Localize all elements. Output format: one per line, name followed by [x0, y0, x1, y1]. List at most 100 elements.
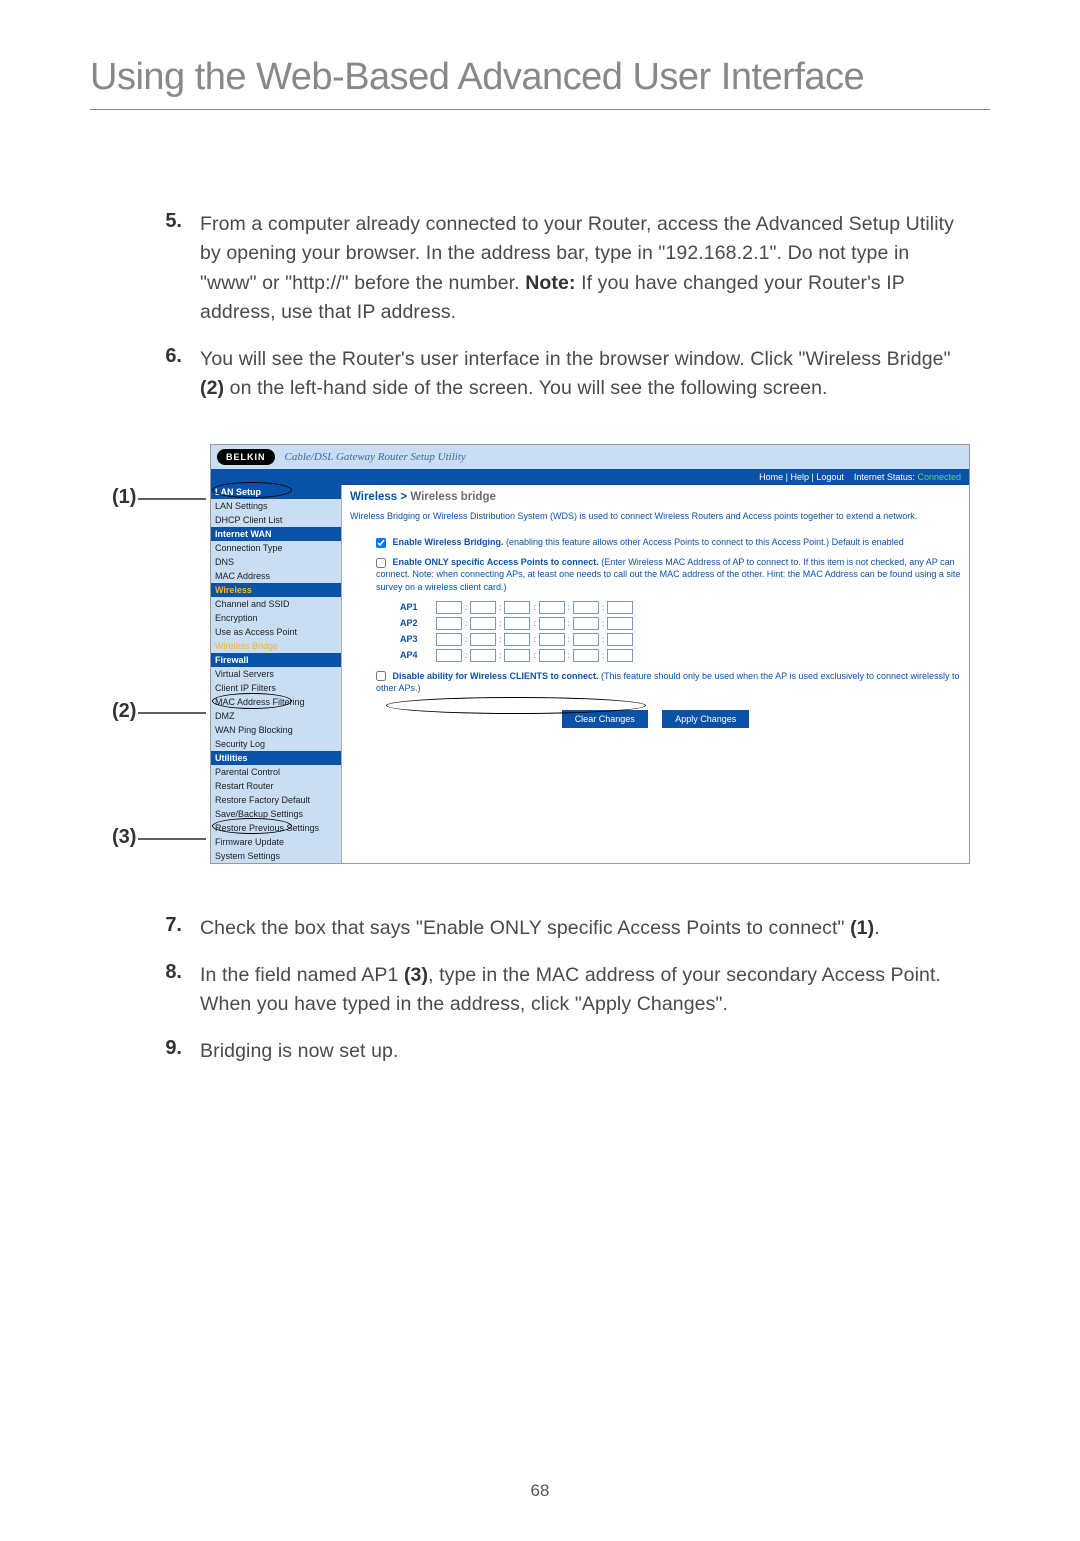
top-links[interactable]: Home | Help | Logout: [759, 472, 844, 482]
mac-octet-input[interactable]: [573, 649, 599, 662]
nav-internet-wan[interactable]: Internet WAN: [211, 527, 341, 541]
nav-restore-factory[interactable]: Restore Factory Default: [211, 793, 341, 807]
enable-specific-ap-option: Enable ONLY specific Access Points to co…: [376, 556, 961, 592]
step: 5.From a computer already connected to y…: [150, 210, 970, 327]
step: 9.Bridging is now set up.: [150, 1037, 970, 1066]
enable-bridging-option: Enable Wireless Bridging. (enabling this…: [376, 536, 961, 548]
step-number: 8.: [150, 961, 200, 1020]
nav-dhcp-client-list[interactable]: DHCP Client List: [211, 513, 341, 527]
steps-list-lower: 7.Check the box that says "Enable ONLY s…: [150, 914, 970, 1067]
nav-restore-previous[interactable]: Restore Previous Settings: [211, 821, 341, 835]
disable-clients-option: Disable ability for Wireless CLIENTS to …: [376, 670, 961, 694]
step: 6.You will see the Router's user interfa…: [150, 345, 970, 404]
mac-octet-input[interactable]: [470, 633, 496, 646]
nav-security-log[interactable]: Security Log: [211, 737, 341, 751]
nav-system-settings[interactable]: System Settings: [211, 849, 341, 863]
router-screenshot: (1) (2) (3) BELKIN Cable/DSL Gateway Rou…: [130, 444, 990, 864]
page-number: 68: [0, 1481, 1080, 1501]
mac-octet-input[interactable]: [573, 601, 599, 614]
mac-octet-input[interactable]: [539, 601, 565, 614]
nav-channel-ssid[interactable]: Channel and SSID: [211, 597, 341, 611]
router-window: BELKIN Cable/DSL Gateway Router Setup Ut…: [210, 444, 970, 864]
mac-octet-input[interactable]: [573, 633, 599, 646]
mac-octet-input[interactable]: [607, 601, 633, 614]
step-text: From a computer already connected to you…: [200, 210, 970, 327]
nav-dmz[interactable]: DMZ: [211, 709, 341, 723]
nav-utilities[interactable]: Utilities: [211, 751, 341, 765]
nav-restart-router[interactable]: Restart Router: [211, 779, 341, 793]
nav-firewall[interactable]: Firewall: [211, 653, 341, 667]
status-value: Connected: [917, 472, 961, 482]
ap-label: AP4: [400, 650, 434, 660]
nav-virtual-servers[interactable]: Virtual Servers: [211, 667, 341, 681]
step: 8.In the field named AP1 (3), type in th…: [150, 961, 970, 1020]
top-bar: Home | Help | Logout Internet Status: Co…: [211, 469, 969, 485]
step-text: Bridging is now set up.: [200, 1037, 970, 1066]
nav-save-backup[interactable]: Save/Backup Settings: [211, 807, 341, 821]
mac-octet-input[interactable]: [504, 617, 530, 630]
main-panel: Wireless > Wireless bridge Wireless Brid…: [341, 485, 969, 863]
status-label: Internet Status:: [854, 472, 915, 482]
mac-octet-input[interactable]: [436, 649, 462, 662]
ap-address-table: AP1:::::AP2:::::AP3:::::AP4:::::: [350, 601, 961, 662]
ap-row: AP1:::::: [400, 601, 961, 614]
enable-bridging-checkbox[interactable]: [376, 538, 386, 548]
mac-octet-input[interactable]: [436, 617, 462, 630]
nav-wireless-bridge[interactable]: Wireless Bridge: [211, 639, 341, 653]
mac-octet-input[interactable]: [470, 649, 496, 662]
nav-lan-settings[interactable]: LAN Settings: [211, 499, 341, 513]
mac-octet-input[interactable]: [470, 617, 496, 630]
mac-octet-input[interactable]: [470, 601, 496, 614]
mac-octet-input[interactable]: [436, 601, 462, 614]
step-number: 6.: [150, 345, 200, 404]
page-title: Using the Web-Based Advanced User Interf…: [90, 56, 990, 110]
step: 7.Check the box that says "Enable ONLY s…: [150, 914, 970, 943]
step-text: Check the box that says "Enable ONLY spe…: [200, 914, 970, 943]
enable-specific-ap-checkbox[interactable]: [376, 558, 386, 568]
step-text: You will see the Router's user interface…: [200, 345, 970, 404]
mac-octet-input[interactable]: [573, 617, 599, 630]
nav-mac-address[interactable]: MAC Address: [211, 569, 341, 583]
nav-use-as-ap[interactable]: Use as Access Point: [211, 625, 341, 639]
mac-octet-input[interactable]: [539, 633, 565, 646]
nav-encryption[interactable]: Encryption: [211, 611, 341, 625]
belkin-logo: BELKIN: [217, 449, 275, 465]
nav-connection-type[interactable]: Connection Type: [211, 541, 341, 555]
nav-parental-control[interactable]: Parental Control: [211, 765, 341, 779]
step-number: 5.: [150, 210, 200, 327]
ap-label: AP1: [400, 602, 434, 612]
callout-2: (2): [112, 700, 136, 723]
ap-label: AP3: [400, 634, 434, 644]
clear-changes-button[interactable]: Clear Changes: [562, 710, 648, 728]
mac-octet-input[interactable]: [607, 649, 633, 662]
nav-wireless[interactable]: Wireless: [211, 583, 341, 597]
ap-row: AP3:::::: [400, 633, 961, 646]
mac-octet-input[interactable]: [436, 633, 462, 646]
mac-octet-input[interactable]: [539, 617, 565, 630]
nav-wan-ping-blocking[interactable]: WAN Ping Blocking: [211, 723, 341, 737]
mac-octet-input[interactable]: [539, 649, 565, 662]
mac-octet-input[interactable]: [504, 633, 530, 646]
breadcrumb: Wireless > Wireless bridge: [350, 491, 961, 503]
ap-label: AP2: [400, 618, 434, 628]
nav-lan-setup[interactable]: LAN Setup: [211, 485, 341, 499]
nav-client-ip-filters[interactable]: Client IP Filters: [211, 681, 341, 695]
ap-row: AP4:::::: [400, 649, 961, 662]
mac-octet-input[interactable]: [607, 617, 633, 630]
nav-mac-filtering[interactable]: MAC Address Filtering: [211, 695, 341, 709]
steps-list-upper: 5.From a computer already connected to y…: [150, 210, 970, 404]
mac-octet-input[interactable]: [504, 601, 530, 614]
step-number: 9.: [150, 1037, 200, 1066]
sidebar: LAN Setup LAN Settings DHCP Client List …: [211, 485, 341, 863]
apply-changes-button[interactable]: Apply Changes: [662, 710, 749, 728]
router-tagline: Cable/DSL Gateway Router Setup Utility: [285, 451, 466, 463]
step-text: In the field named AP1 (3), type in the …: [200, 961, 970, 1020]
nav-firmware-update[interactable]: Firmware Update: [211, 835, 341, 849]
ap-row: AP2:::::: [400, 617, 961, 630]
step-number: 7.: [150, 914, 200, 943]
disable-clients-checkbox[interactable]: [376, 671, 386, 681]
nav-dns[interactable]: DNS: [211, 555, 341, 569]
mac-octet-input[interactable]: [607, 633, 633, 646]
mac-octet-input[interactable]: [504, 649, 530, 662]
callout-3: (3): [112, 826, 136, 849]
